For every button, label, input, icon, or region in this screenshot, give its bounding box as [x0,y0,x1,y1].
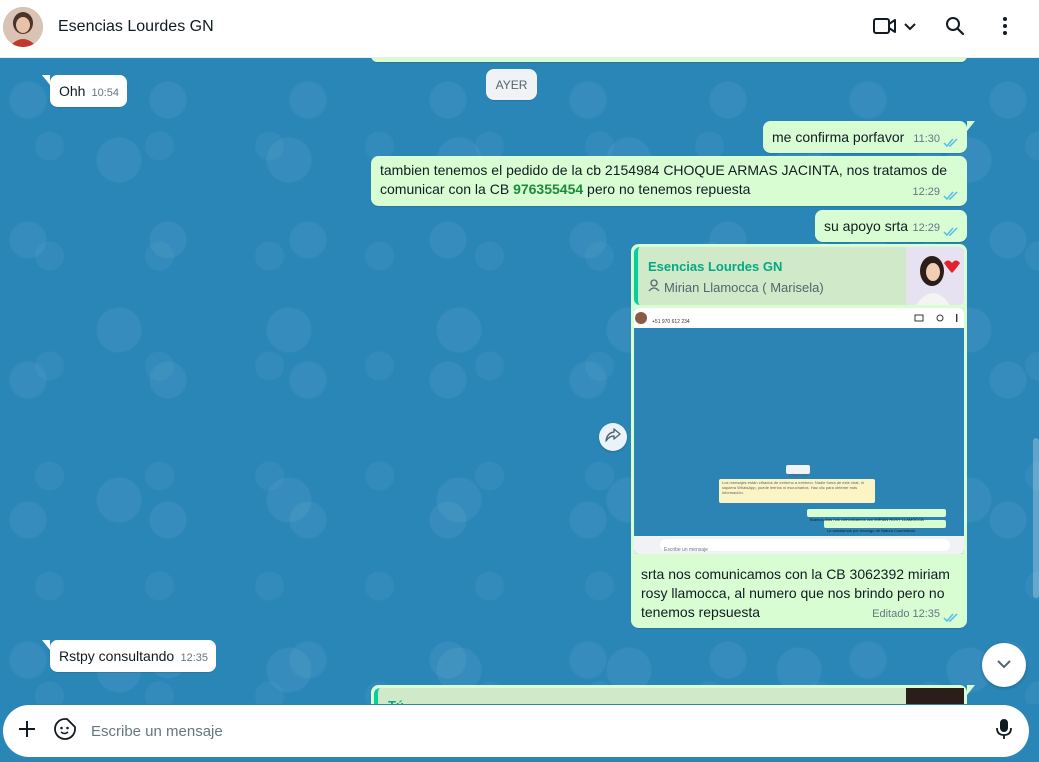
forward-icon [605,427,621,447]
chat-messages-area[interactable]: AYER Ohh 10:54 me confirma porfavor 11:3… [0,58,1039,704]
outgoing-reply-message[interactable]: Esencias Lourdes GN Mirian Llamocca ( Ma… [631,244,967,628]
quoted-thumbnail [906,688,964,704]
date-separator: AYER [486,69,537,100]
contact-icon [648,278,660,297]
quoted-message[interactable]: Esencias Lourdes GN Mirian Llamocca ( Ma… [634,247,964,305]
message-text: su apoyo srta [824,218,909,234]
chat-header: Esencias Lourdes GN [0,0,1039,58]
message-time: 12:35 [180,652,208,664]
quoted-contact-name: Mirian Llamocca ( Marisela) [664,280,824,295]
video-call-icon [873,17,897,40]
sticker-icon [54,717,76,745]
message-time: 12:29 [912,222,940,234]
message-text: me confirma porfavor [772,129,905,145]
read-ticks-icon [943,223,959,237]
menu-dots-icon [1002,16,1008,41]
outgoing-message[interactable]: tambien tenemos el pedido de la cb 21549… [371,156,967,206]
screenshot-system-notice: Los mensajes están cifrados de extremo a… [722,480,864,495]
previous-message-bubble [371,58,967,62]
read-ticks-icon [943,187,959,201]
screenshot-header-text: +51 970 612 234 [652,319,690,325]
composer-box [3,705,1029,757]
contact-avatar[interactable] [3,7,43,47]
quoted-sender-name: Esencias Lourdes GN [648,259,783,274]
plus-icon [18,720,36,743]
read-ticks-icon [943,134,959,148]
sticker-button[interactable] [52,717,78,745]
message-time: 11:30 [913,133,940,145]
attach-button[interactable] [14,718,40,744]
quoted-sender-name: Tú [388,696,404,704]
scrollbar[interactable] [1033,438,1039,598]
incoming-message[interactable]: Ohh 10:54 [42,75,127,107]
search-icon [945,16,965,41]
microphone-icon [996,718,1012,745]
chevron-down-icon [903,19,917,37]
read-ticks-icon [943,609,959,623]
contact-name[interactable]: Esencias Lourdes GN [58,18,214,36]
video-call-button[interactable] [870,14,920,42]
message-composer [0,704,1039,762]
message-time: 10:54 [91,87,119,99]
forward-button[interactable] [599,423,627,451]
quoted-thumbnail [906,247,964,305]
message-text: tambien tenemos el pedido de la cb 21549… [380,162,948,197]
voice-message-button[interactable] [991,718,1017,744]
phone-link[interactable]: 976355454 [513,181,583,197]
message-time: 12:35 [912,608,940,620]
screenshot-message: Le saludamos por encargo de Natura Cosme… [827,528,916,533]
message-text: Ohh [59,83,86,99]
message-text: Rstpy consultando [59,648,175,664]
edited-label: Editado [872,608,910,620]
outgoing-reply-message[interactable]: Tú [371,685,975,704]
message-time: 12:29 [912,186,940,198]
chevron-down-icon [996,656,1012,674]
attached-screenshot-image[interactable]: +51 970 612 234 SÁBADO Los mensajes está… [634,308,964,554]
screenshot-input-placeholder: Escribe un mensaje [664,547,708,553]
incoming-message[interactable]: Rstpy consultando 12:35 [42,640,216,672]
quoted-message[interactable]: Tú [374,688,964,704]
outgoing-message[interactable]: su apoyo srta 12:29 [815,210,967,242]
menu-button[interactable] [992,14,1018,42]
search-button[interactable] [942,14,968,42]
message-input[interactable] [91,719,971,743]
outgoing-message[interactable]: me confirma porfavor 11:30 [763,121,975,153]
scroll-to-bottom-button[interactable] [982,643,1026,687]
